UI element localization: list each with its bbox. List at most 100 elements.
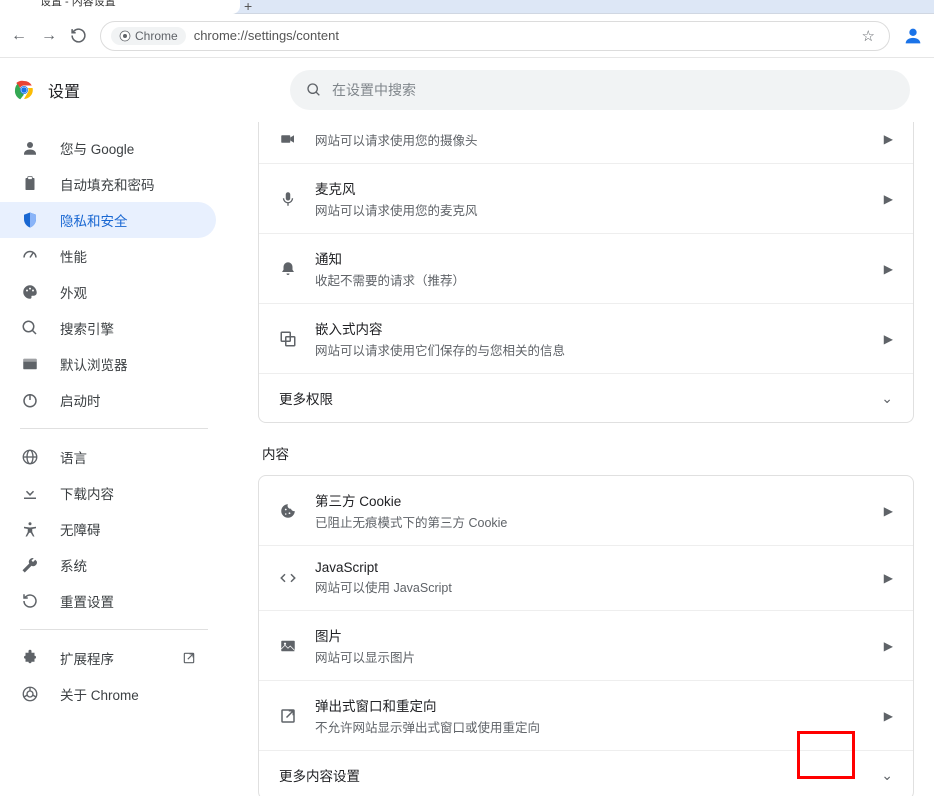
sidebar-label: 隐私和安全 [60,210,128,230]
row-title: JavaScript [315,560,884,575]
search-icon [20,319,40,337]
sidebar-item-performance[interactable]: 性能 [0,238,216,274]
chevron-right-icon: ▶ [884,132,893,146]
sidebar-item-system[interactable]: 系统 [0,547,216,583]
sidebar-label: 搜索引擎 [60,318,114,338]
row-popups[interactable]: 弹出式窗口和重定向不允许网站显示弹出式窗口或使用重定向 ▶ [259,680,913,750]
sidebar-label: 默认浏览器 [60,354,128,374]
popup-icon [279,707,315,725]
permissions-card: 摄像头网站可以请求使用您的摄像头 ▶ 麦克风网站可以请求使用您的麦克风 ▶ 通知… [258,122,914,423]
settings-search-input[interactable] [332,82,894,98]
row-more-content[interactable]: 更多内容设置 ⌄ [259,750,913,796]
sidebar-item-autofill[interactable]: 自动填充和密码 [0,166,216,202]
row-title: 弹出式窗口和重定向 [315,695,884,715]
chevron-right-icon: ▶ [884,192,893,206]
tab-strip: 设置 - 内容设置 + [0,0,934,14]
camera-icon [279,130,315,148]
sidebar-label: 启动时 [60,390,101,410]
row-title: 更多权限 [279,388,881,408]
row-title: 图片 [315,625,884,645]
chevron-right-icon: ▶ [884,709,893,723]
sidebar-item-downloads[interactable]: 下载内容 [0,475,216,511]
row-javascript[interactable]: JavaScript网站可以使用 JavaScript ▶ [259,545,913,610]
row-desc: 网站可以请求使用它们保存的与您相关的信息 [315,340,884,359]
speed-icon [20,247,40,265]
reset-icon [20,592,40,610]
sidebar-item-appearance[interactable]: 外观 [0,274,216,310]
site-chip-label: Chrome [135,29,178,43]
download-icon [20,484,40,502]
palette-icon [20,283,40,301]
sidebar-item-accessibility[interactable]: 无障碍 [0,511,216,547]
row-notifications[interactable]: 通知收起不需要的请求（推荐） ▶ [259,233,913,303]
accessibility-icon [20,520,40,538]
sidebar-label: 扩展程序 [60,648,114,668]
row-desc: 不允许网站显示弹出式窗口或使用重定向 [315,717,884,736]
tab-title: 设置 - 内容设置 [40,0,116,8]
external-link-icon [182,651,196,665]
chrome-logo-icon [12,78,36,102]
content-card: 第三方 Cookie 已阻止无痕模式下的第三方 Cookie ▶ JavaScri… [258,475,914,796]
sidebar-label: 外观 [60,282,87,302]
sidebar-label: 您与 Google [60,138,134,158]
cookie-icon [279,502,315,520]
sidebar-item-you-and-google[interactable]: 您与 Google [0,130,216,166]
browser-icon [20,355,40,373]
back-button[interactable]: ← [10,27,28,45]
row-microphone[interactable]: 麦克风网站可以请求使用您的麦克风 ▶ [259,163,913,233]
row-images[interactable]: 图片网站可以显示图片 ▶ [259,610,913,680]
row-camera[interactable]: 摄像头网站可以请求使用您的摄像头 ▶ [259,122,913,163]
row-desc: 已阻止无痕模式下的第三方 Cookie [315,512,884,531]
mic-icon [279,190,315,208]
address-bar: ← → Chrome chrome://settings/content ☆ [0,14,934,58]
row-embedded[interactable]: 嵌入式内容网站可以请求使用它们保存的与您相关的信息 ▶ [259,303,913,373]
person-icon [20,139,40,157]
row-more-permissions[interactable]: 更多权限 ⌄ [259,373,913,422]
sidebar-item-startup[interactable]: 启动时 [0,382,216,418]
chevron-right-icon: ▶ [884,639,893,653]
sidebar-item-languages[interactable]: 语言 [0,439,216,475]
profile-button[interactable] [902,25,924,47]
image-icon [279,637,315,655]
chevron-down-icon: ⌄ [881,767,893,784]
sidebar-label: 重置设置 [60,591,114,611]
row-cookies[interactable]: 第三方 Cookie已阻止无痕模式下的第三方 Cookie ▶ [259,476,913,545]
browser-tab[interactable]: 设置 - 内容设置 [0,0,240,14]
new-tab-button[interactable]: + [244,0,252,14]
bell-icon [279,260,315,278]
wrench-icon [20,556,40,574]
reload-button[interactable] [70,27,88,44]
settings-search[interactable] [290,70,910,110]
bookmark-star-icon[interactable]: ☆ [862,27,875,45]
chevron-down-icon: ⌄ [881,390,893,407]
sidebar-item-about[interactable]: 关于 Chrome [0,676,216,712]
sidebar-label: 系统 [60,555,87,575]
divider [20,629,208,630]
sidebar-item-search-engine[interactable]: 搜索引擎 [0,310,216,346]
row-title: 麦克风 [315,178,884,198]
embed-icon [279,330,315,348]
code-icon [279,569,315,587]
row-desc: 网站可以请求使用您的摄像头 [315,130,884,149]
row-desc: 网站可以显示图片 [315,647,884,666]
row-desc: 收起不需要的请求（推荐） [315,270,884,289]
forward-button[interactable]: → [40,27,58,45]
page-title: 设置 [48,78,80,102]
address-field[interactable]: Chrome chrome://settings/content ☆ [100,21,890,51]
chevron-right-icon: ▶ [884,262,893,276]
sidebar-item-privacy[interactable]: 隐私和安全 [0,202,216,238]
url-text: chrome://settings/content [194,28,339,43]
row-title: 第三方 Cookie [315,490,884,510]
search-icon [306,82,322,98]
sidebar-item-reset[interactable]: 重置设置 [0,583,216,619]
sidebar-item-extensions[interactable]: 扩展程序 [0,640,216,676]
extension-icon [20,649,40,667]
row-desc: 网站可以请求使用您的麦克风 [315,200,884,219]
sidebar-label: 性能 [60,246,87,266]
sidebar-label: 关于 Chrome [60,684,139,704]
chrome-icon [20,685,40,703]
sidebar-item-default-browser[interactable]: 默认浏览器 [0,346,216,382]
settings-header: 设置 [0,58,934,122]
site-chip[interactable]: Chrome [111,27,186,45]
clipboard-icon [20,175,40,193]
